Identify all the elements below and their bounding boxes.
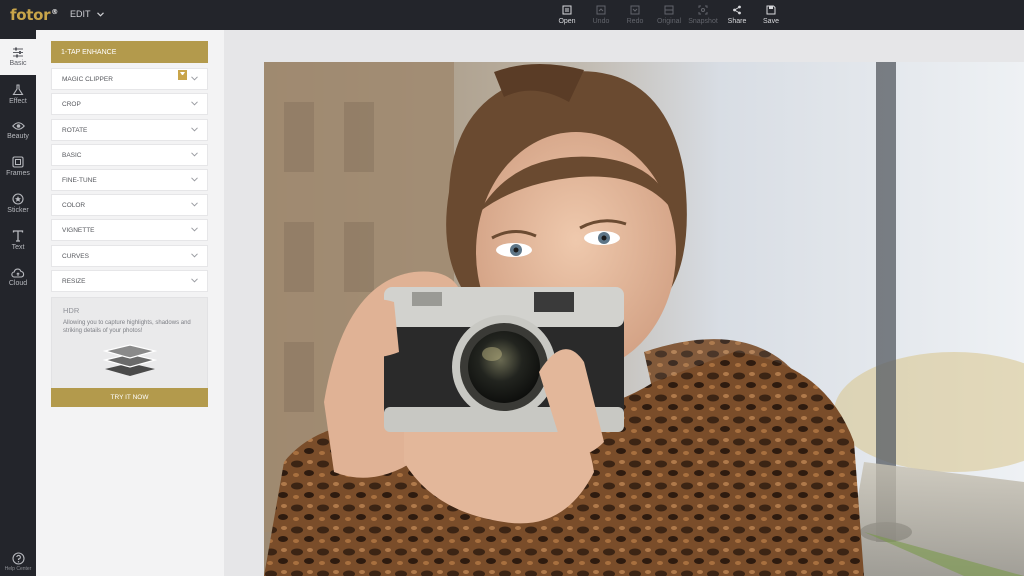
undo-icon xyxy=(596,5,606,15)
edit-menu-label: EDIT xyxy=(70,9,91,19)
eye-icon xyxy=(11,121,25,130)
help-center-button[interactable]: Help Center xyxy=(0,552,36,572)
editor-canvas xyxy=(224,30,1024,576)
section-color[interactable]: COLOR xyxy=(51,194,208,216)
snapshot-icon xyxy=(698,5,708,15)
chevron-down-icon xyxy=(191,278,198,283)
rail-item-cloud[interactable]: Cloud xyxy=(0,259,36,295)
rail-item-effect[interactable]: Effect xyxy=(0,76,36,112)
main-toolbar: Open Undo Redo Original Snapshot Share S… xyxy=(550,4,788,25)
share-button[interactable]: Share xyxy=(720,4,754,25)
undo-button[interactable]: Undo xyxy=(584,4,618,25)
cloud-icon xyxy=(11,268,25,278)
hdr-layers-icon xyxy=(102,344,158,376)
one-tap-enhance-button[interactable]: 1-TAP ENHANCE xyxy=(51,41,208,63)
rail-item-beauty[interactable]: Beauty xyxy=(0,112,36,148)
sliders-icon xyxy=(13,47,23,58)
sticker-icon xyxy=(12,192,24,205)
basic-panel: 1-TAP ENHANCE MAGIC CLIPPER CROP ROTATE … xyxy=(36,30,224,576)
frame-icon xyxy=(12,155,24,168)
hdr-title: HDR xyxy=(63,306,80,315)
hdr-description: Allowing you to capture highlights, shad… xyxy=(63,320,191,334)
section-resize[interactable]: RESIZE xyxy=(51,270,208,292)
chevron-down-icon xyxy=(191,127,198,132)
section-fine-tune[interactable]: FINE-TUNE xyxy=(51,169,208,191)
tool-rail: Basic Effect Beauty Frames Sticker Text … xyxy=(0,30,36,576)
chevron-down-icon xyxy=(191,76,198,81)
chevron-down-icon xyxy=(191,152,198,157)
rail-item-text[interactable]: Text xyxy=(0,222,36,258)
section-vignette[interactable]: VIGNETTE xyxy=(51,219,208,241)
chevron-down-icon xyxy=(191,253,198,258)
chevron-down-icon xyxy=(191,177,198,182)
flask-icon xyxy=(12,83,24,95)
section-crop[interactable]: CROP xyxy=(51,93,208,115)
top-bar: fotor® EDIT Open Undo Redo Original Snap… xyxy=(0,0,1024,30)
rail-item-sticker[interactable]: Sticker xyxy=(0,185,36,221)
chevron-down-icon xyxy=(191,227,198,232)
woman-with-camera-photo xyxy=(264,62,1024,576)
rail-item-basic[interactable]: Basic xyxy=(0,39,36,75)
share-icon xyxy=(733,5,741,15)
text-icon xyxy=(12,229,24,242)
original-button[interactable]: Original xyxy=(652,4,686,25)
section-rotate[interactable]: ROTATE xyxy=(51,119,208,141)
save-button[interactable]: Save xyxy=(754,4,788,25)
edit-menu[interactable]: EDIT xyxy=(70,9,104,19)
save-icon xyxy=(766,5,776,15)
chevron-down-icon xyxy=(96,11,104,17)
fotor-editor: fotor® EDIT Open Undo Redo Original Snap… xyxy=(0,0,1024,576)
premium-badge-icon xyxy=(178,70,187,80)
original-icon xyxy=(664,5,674,15)
section-curves[interactable]: CURVES xyxy=(51,245,208,267)
redo-icon xyxy=(630,5,640,15)
section-magic-clipper[interactable]: MAGIC CLIPPER xyxy=(51,68,208,90)
snapshot-button[interactable]: Snapshot xyxy=(686,4,720,25)
help-icon xyxy=(11,552,25,565)
chevron-down-icon xyxy=(191,202,198,207)
try-it-now-button[interactable]: TRY IT NOW xyxy=(51,388,208,407)
rail-item-frames[interactable]: Frames xyxy=(0,148,36,184)
fotor-logo[interactable]: fotor® xyxy=(10,6,58,24)
redo-button[interactable]: Redo xyxy=(618,4,652,25)
open-button[interactable]: Open xyxy=(550,4,584,25)
section-basic[interactable]: BASIC xyxy=(51,144,208,166)
chevron-down-icon xyxy=(191,101,198,106)
photo-preview[interactable] xyxy=(264,62,1024,576)
open-icon xyxy=(562,5,572,15)
